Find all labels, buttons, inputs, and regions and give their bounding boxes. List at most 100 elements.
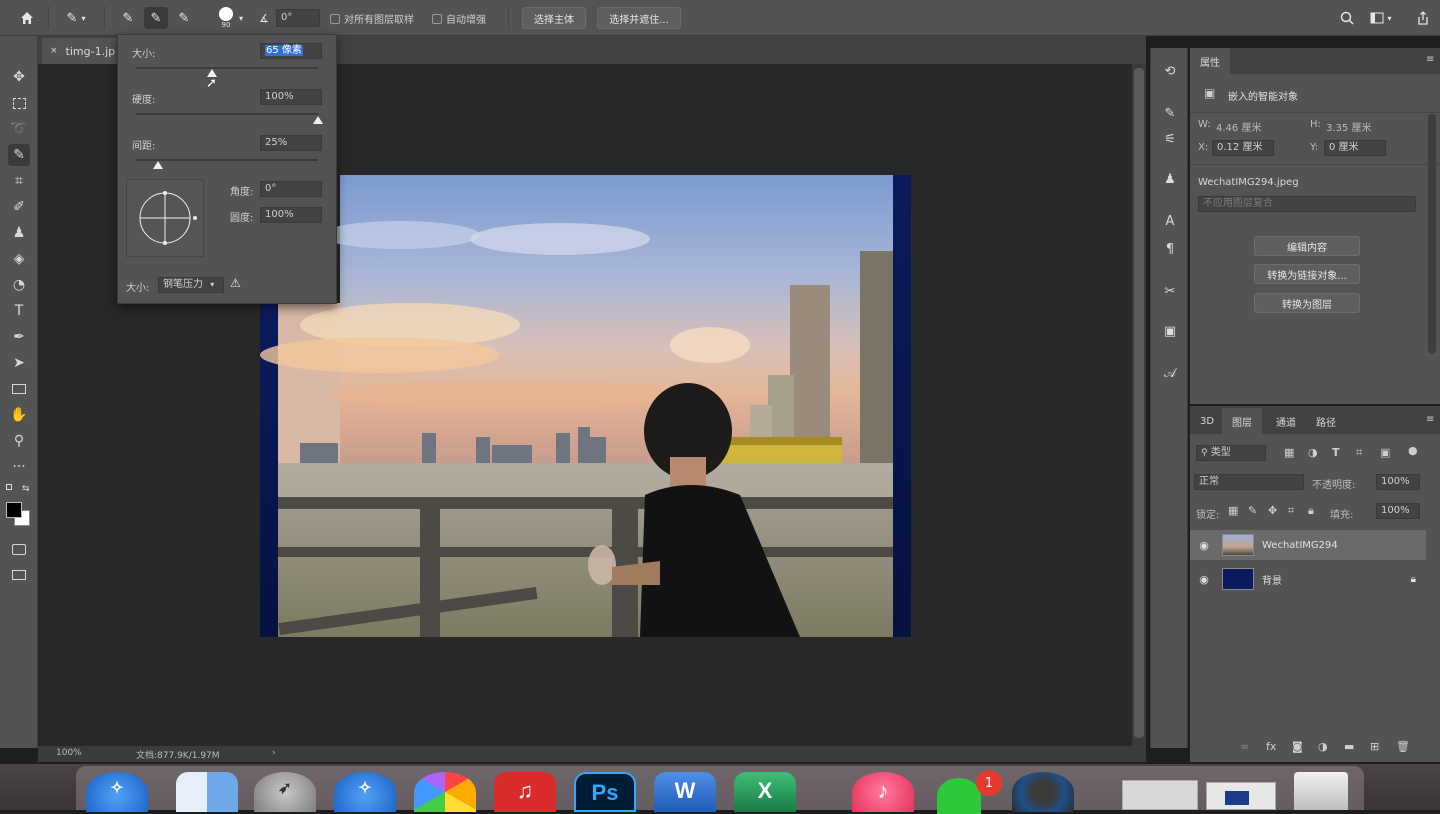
word-icon[interactable]: W bbox=[654, 772, 716, 812]
brush-tip-preview[interactable] bbox=[126, 179, 204, 257]
visibility-eye-icon[interactable]: ◉ bbox=[1190, 539, 1218, 552]
close-icon[interactable]: × bbox=[50, 46, 58, 56]
layer-name[interactable]: 背景 bbox=[1262, 572, 1282, 587]
photos-icon[interactable] bbox=[414, 772, 476, 812]
chevron-right-icon[interactable]: › bbox=[272, 748, 276, 758]
new-selection-mode-button[interactable]: ✎ bbox=[116, 7, 140, 29]
lock-all-icon[interactable]: 🔒︎ bbox=[1308, 504, 1314, 518]
layer-comp-select[interactable]: 不应用图层复合 bbox=[1198, 196, 1416, 212]
select-and-mask-button[interactable]: 选择并遮住... bbox=[597, 7, 681, 29]
size-field[interactable]: 65 像素 bbox=[260, 43, 322, 59]
photoshop-icon[interactable]: Ps bbox=[574, 772, 636, 812]
filter-type-icon[interactable]: T bbox=[1332, 446, 1340, 459]
screen-mode-icon[interactable] bbox=[8, 564, 30, 586]
safari-icon[interactable]: ✧ bbox=[86, 772, 148, 812]
tool-preset-picker[interactable]: ✎ ▾ bbox=[56, 7, 96, 29]
pen-pressure-select[interactable]: 钢笔压力 ▾ bbox=[158, 277, 224, 293]
convert-to-linked-button[interactable]: 转换为链接对象... bbox=[1254, 264, 1360, 284]
spacing-field[interactable]: 25% bbox=[260, 135, 322, 151]
excel-icon[interactable]: X bbox=[734, 772, 796, 812]
brush-settings-icon[interactable]: ✎ bbox=[1159, 102, 1181, 124]
finder-icon[interactable] bbox=[176, 772, 238, 812]
swap-colors-icon[interactable]: ⇆ bbox=[22, 484, 30, 494]
hardness-slider-thumb[interactable] bbox=[313, 116, 323, 124]
path-selection-tool-icon[interactable]: ➤ bbox=[8, 352, 30, 374]
layer-filter-select[interactable]: ⚲ 类型 bbox=[1196, 445, 1266, 461]
auto-enhance-checkbox[interactable]: 自动增强 bbox=[432, 11, 486, 26]
quick-mask-icon[interactable] bbox=[8, 538, 30, 560]
h-value[interactable]: 3.35 厘米 bbox=[1326, 119, 1371, 134]
size-slider-track[interactable] bbox=[136, 67, 318, 69]
adjustments-icon[interactable]: ⚟ bbox=[1159, 128, 1181, 150]
safari-icon[interactable]: ✧ bbox=[334, 772, 396, 812]
clone-source-icon[interactable]: ♟ bbox=[1159, 168, 1181, 190]
y-field[interactable]: 0 厘米 bbox=[1324, 140, 1386, 156]
scroll-thumb[interactable] bbox=[1134, 68, 1144, 738]
vertical-scrollbar[interactable] bbox=[1132, 64, 1146, 746]
document-tab[interactable]: × timg-1.jp bbox=[42, 38, 118, 64]
sample-all-layers-checkbox[interactable]: 对所有图层取样 bbox=[330, 11, 414, 26]
stamp-tool-icon[interactable]: ♟ bbox=[8, 222, 30, 244]
hardness-field[interactable]: 100% bbox=[260, 89, 322, 105]
filter-toggle-icon[interactable]: ● bbox=[1408, 444, 1418, 457]
eyedropper-tool-icon[interactable]: ✐ bbox=[8, 196, 30, 218]
layer-row[interactable]: ◉ WechatIMG294 bbox=[1190, 530, 1426, 560]
eraser-tool-icon[interactable]: ◈ bbox=[8, 248, 30, 270]
tab-3d[interactable]: 3D bbox=[1190, 408, 1224, 434]
spacing-slider-thumb[interactable] bbox=[152, 161, 163, 169]
panel-menu-icon[interactable]: ≡ bbox=[1426, 54, 1434, 65]
lock-transparency-icon[interactable]: ▦ bbox=[1228, 504, 1238, 517]
hardness-slider-track[interactable] bbox=[136, 113, 318, 115]
zoom-level[interactable]: 100% bbox=[56, 748, 82, 758]
type-tool-icon[interactable]: T bbox=[8, 300, 30, 322]
filter-adjustment-icon[interactable]: ◑ bbox=[1308, 446, 1318, 459]
new-layer-icon[interactable]: ⊞ bbox=[1370, 740, 1379, 753]
glyphs-icon[interactable]: 𝒜 bbox=[1159, 362, 1181, 384]
zoom-tool-icon[interactable]: ⚲ bbox=[8, 430, 30, 452]
adjustment-layer-icon[interactable]: ◑ bbox=[1318, 740, 1328, 753]
delete-layer-icon[interactable]: 🗑︎ bbox=[1396, 740, 1410, 753]
pen-tool-icon[interactable]: ✒ bbox=[8, 326, 30, 348]
gradient-tool-icon[interactable]: ◔ bbox=[8, 274, 30, 296]
move-tool-icon[interactable]: ✥ bbox=[8, 66, 30, 88]
layer-name[interactable]: WechatIMG294 bbox=[1262, 540, 1338, 551]
hand-tool-icon[interactable]: ✋ bbox=[8, 404, 30, 426]
layer-row[interactable]: ◉ 背景 🔒︎ bbox=[1190, 564, 1426, 594]
launchpad-icon[interactable]: ➶ bbox=[254, 772, 316, 812]
rectangle-tool-icon[interactable] bbox=[8, 378, 30, 400]
roundness-field[interactable]: 100% bbox=[260, 207, 322, 223]
opacity-field[interactable]: 100% bbox=[1376, 474, 1420, 490]
add-to-selection-mode-button[interactable]: ✎ bbox=[144, 7, 168, 29]
select-subject-button[interactable]: 选择主体 bbox=[522, 7, 586, 29]
filter-pixel-icon[interactable]: ▦ bbox=[1284, 446, 1294, 459]
tab-properties[interactable]: 属性 bbox=[1190, 48, 1230, 74]
angle-field[interactable]: 0° bbox=[276, 9, 320, 27]
tab-channels[interactable]: 通道 bbox=[1266, 408, 1306, 434]
document-image[interactable] bbox=[260, 175, 911, 637]
filter-smart-object-icon[interactable]: ▣ bbox=[1380, 446, 1390, 459]
fx-icon[interactable]: fx bbox=[1266, 740, 1276, 753]
add-mask-icon[interactable]: ◙ bbox=[1292, 740, 1303, 753]
convert-to-layers-button[interactable]: 转换为图层 bbox=[1254, 293, 1360, 313]
quicktime-icon[interactable] bbox=[1012, 772, 1074, 812]
netease-music-icon[interactable]: ♫ bbox=[494, 772, 556, 812]
paragraph-icon[interactable]: ¶ bbox=[1159, 238, 1181, 260]
search-icon[interactable] bbox=[1336, 7, 1358, 29]
fill-field[interactable]: 100% bbox=[1376, 503, 1420, 519]
angle-field[interactable]: 0° bbox=[260, 181, 322, 197]
recent-window-thumbnail[interactable] bbox=[1206, 782, 1276, 810]
quick-selection-tool-icon[interactable]: ✎ bbox=[8, 144, 30, 166]
marquee-tool-icon[interactable] bbox=[8, 92, 30, 114]
home-icon[interactable] bbox=[14, 7, 40, 29]
subtract-from-selection-mode-button[interactable]: ✎ bbox=[172, 7, 196, 29]
tab-layers[interactable]: 图层 bbox=[1222, 408, 1262, 434]
new-group-icon[interactable]: ▬ bbox=[1344, 740, 1354, 753]
character-icon[interactable]: A bbox=[1159, 210, 1181, 232]
lock-artboard-icon[interactable]: ⌗ bbox=[1288, 504, 1294, 518]
trash-icon[interactable] bbox=[1294, 772, 1348, 810]
blend-mode-select[interactable]: 正常 bbox=[1194, 474, 1304, 490]
workspace-icon[interactable]: ▾ bbox=[1366, 7, 1396, 29]
lock-pixels-icon[interactable]: ✎ bbox=[1248, 504, 1257, 517]
music-icon[interactable]: ♪ bbox=[852, 772, 914, 812]
properties-scrollbar[interactable] bbox=[1428, 114, 1436, 354]
